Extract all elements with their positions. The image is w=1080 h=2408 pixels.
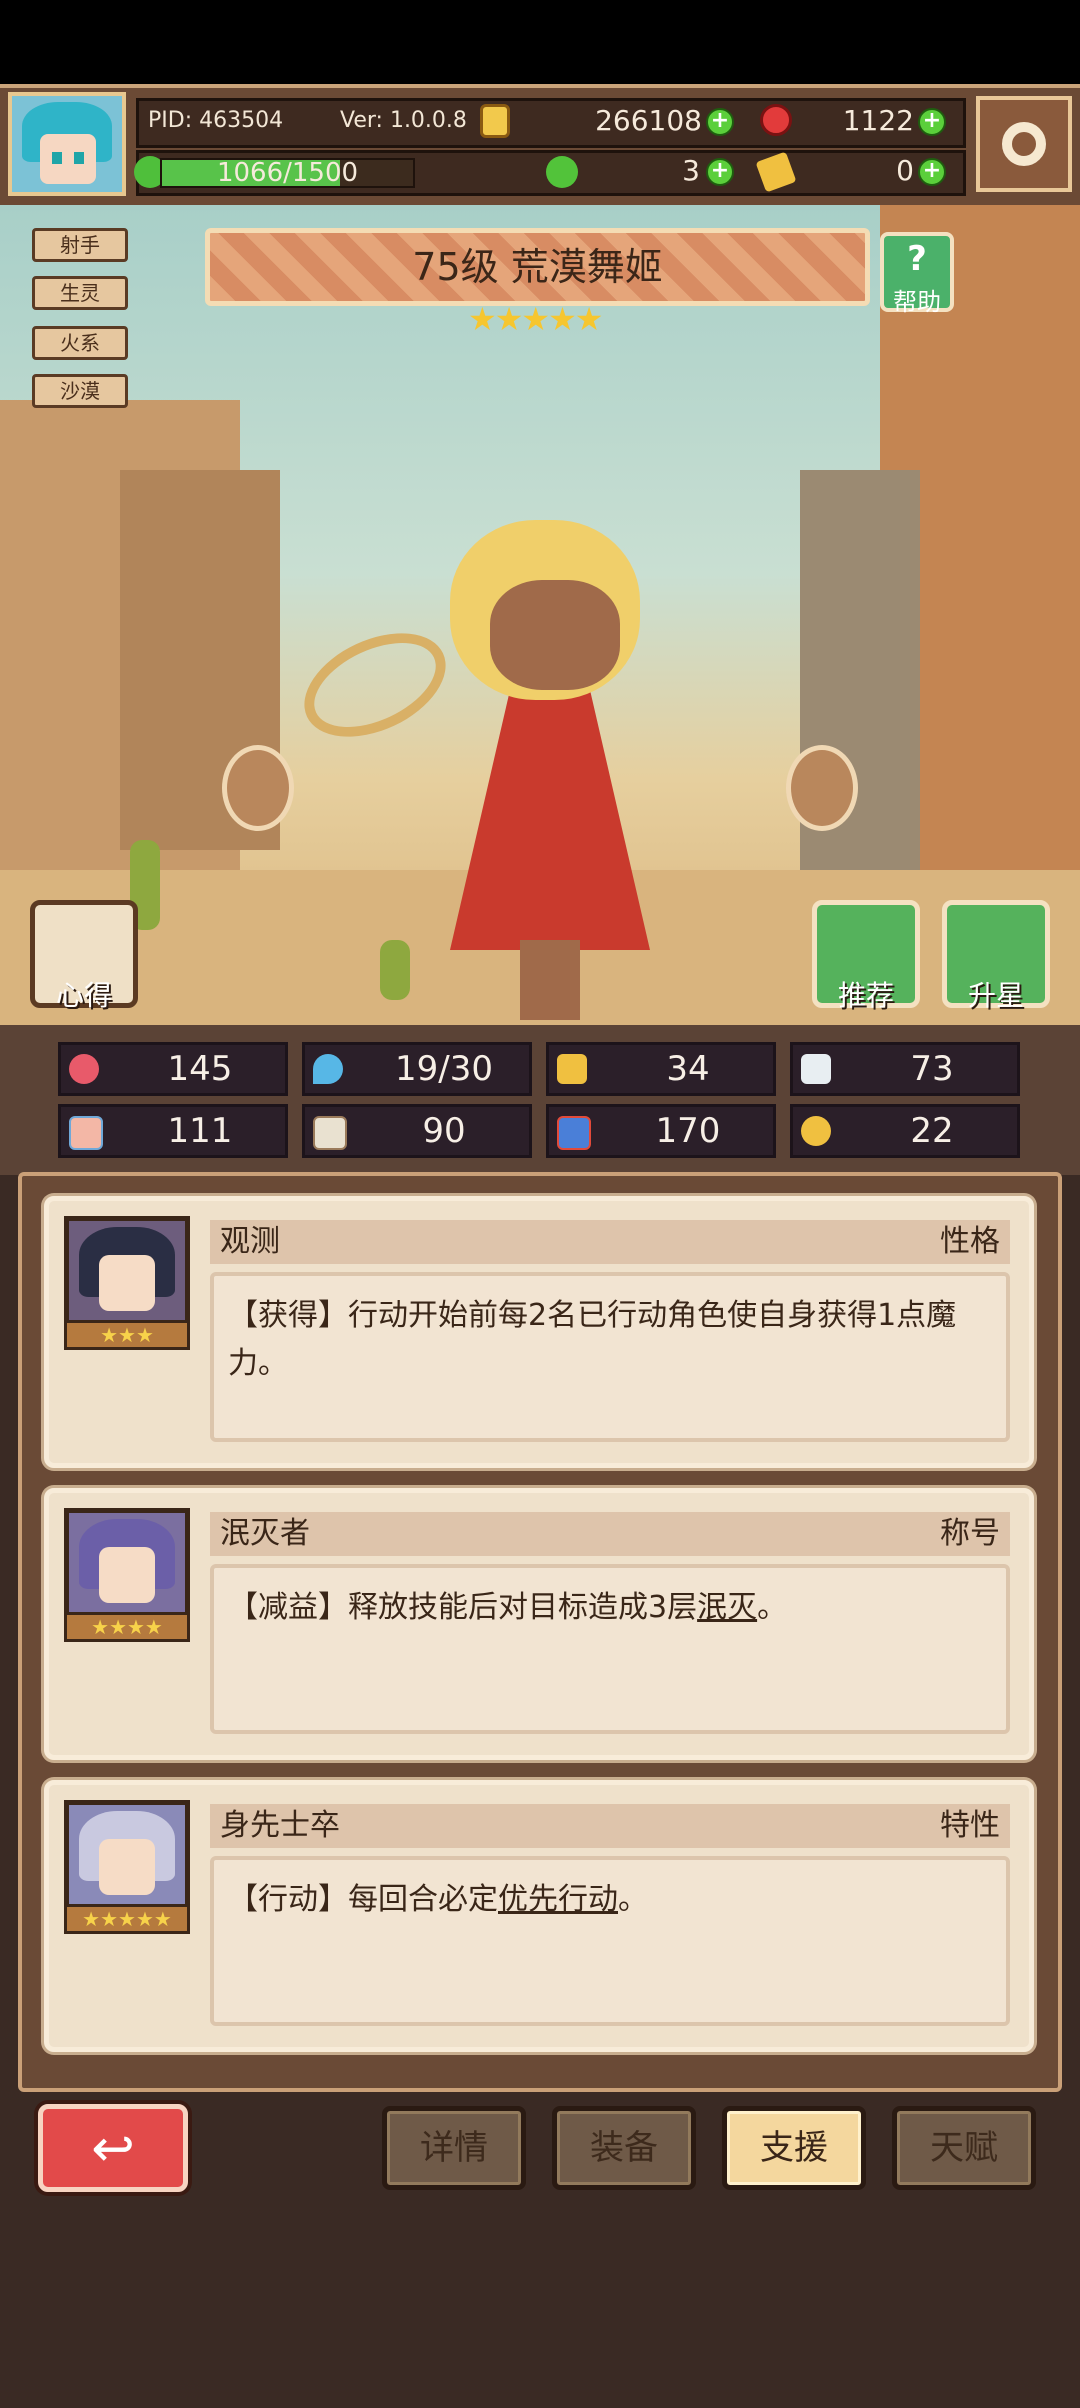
add-hammer-button[interactable]: + (918, 158, 946, 186)
support-description-box: 【行动】每回合必定优先行动。 (210, 1856, 1010, 2026)
desc-text: 【减益】释放技能后对目标造成3层 (228, 1590, 698, 1625)
cactus-decoration (380, 940, 410, 1000)
tag-creature: 生灵 (32, 276, 128, 310)
support-description: 【行动】每回合必定优先行动。 (228, 1876, 998, 1924)
red-gem-icon (760, 104, 792, 136)
tab-details[interactable]: 详情 (382, 2106, 526, 2190)
desc-text: 。 (618, 1882, 648, 1917)
tab-support[interactable]: 支援 (722, 2106, 866, 2190)
support-stars: ★★★★ (64, 1612, 190, 1642)
stat-hp: 145 (58, 1042, 288, 1096)
recommend-label: 推荐 (837, 979, 894, 1012)
support-description-box: 【获得】行动开始前每2名已行动角色使自身获得1点魔力。 (210, 1272, 1010, 1442)
desc-text: 。 (757, 1590, 788, 1625)
support-name: 泯灭者 (220, 1516, 310, 1551)
support-type: 称号 (940, 1516, 1000, 1551)
support-portrait-1[interactable] (64, 1216, 190, 1336)
stat-speed: 73 (790, 1042, 1020, 1096)
support-stars: ★★★★★ (64, 1904, 190, 1934)
tag-archer: 射手 (32, 228, 128, 262)
tab-talent[interactable]: 天赋 (892, 2106, 1036, 2190)
tag-desert: 沙漠 (32, 374, 128, 408)
hammer-amount: 0 (896, 154, 914, 187)
help-label: 帮助 (893, 288, 941, 316)
next-hero-arrow-icon[interactable] (786, 745, 858, 831)
status-bar (0, 0, 1080, 84)
add-gold-button[interactable]: + (706, 108, 734, 136)
support-type: 特性 (940, 1808, 1000, 1843)
support-type: 性格 (940, 1224, 1000, 1259)
hero-title: 75级 荒漠舞姬 (412, 245, 663, 289)
tab-equipment[interactable]: 装备 (552, 2106, 696, 2190)
notes-label: 心得 (55, 979, 112, 1012)
return-arrow-icon: ↩ (91, 2119, 135, 2179)
book-icon (313, 1116, 347, 1150)
stat-defense: 34 (546, 1042, 776, 1096)
pid-label: PID: 463504 (148, 108, 284, 133)
support-name: 观测 (220, 1224, 280, 1259)
horseshoe-icon (801, 1116, 831, 1146)
keyword-link[interactable]: 泯灭 (697, 1590, 757, 1625)
desc-text: 【行动】每回合必定 (228, 1882, 498, 1917)
support-name: 身先士卒 (220, 1808, 340, 1843)
shield-icon (557, 1054, 587, 1084)
clover-amount: 3 (682, 154, 700, 187)
clover-icon (546, 156, 578, 188)
wing-icon (801, 1054, 831, 1084)
stat-magic: 90 (302, 1104, 532, 1158)
gem-amount: 1122 (842, 104, 914, 137)
question-icon: ? (907, 239, 927, 279)
hero-character[interactable] (440, 520, 660, 980)
support-portrait-2[interactable] (64, 1508, 190, 1628)
exp-value: 1066/1500 (216, 158, 359, 188)
support-description: 【获得】行动开始前每2名已行动角色使自身获得1点魔力。 (228, 1298, 957, 1381)
support-stars: ★★★ (64, 1320, 190, 1350)
heart-icon (69, 1054, 99, 1084)
stat-attack: 111 (58, 1104, 288, 1158)
tag-fire: 火系 (32, 326, 128, 360)
prev-hero-arrow-icon[interactable] (222, 745, 294, 831)
crit-icon (557, 1116, 591, 1150)
star-up-label: 升星 (967, 979, 1024, 1012)
version-label: Ver: 1.0.0.8 (340, 108, 467, 133)
stat-lucky: 22 (790, 1104, 1020, 1158)
gold-coin-icon (480, 104, 510, 138)
gold-amount: 266108 (595, 104, 702, 137)
add-gem-button[interactable]: + (918, 108, 946, 136)
support-description-box: 【减益】释放技能后对目标造成3层泯灭。 (210, 1564, 1010, 1734)
gear-icon (1002, 122, 1046, 166)
settings-button[interactable] (976, 96, 1072, 192)
player-avatar[interactable] (8, 92, 126, 196)
keyword-link[interactable]: 优先行动 (498, 1882, 618, 1917)
stat-crit: 170 (546, 1104, 776, 1158)
support-description: 【减益】释放技能后对目标造成3层泯灭。 (228, 1584, 998, 1632)
stat-mana: 19/30 (302, 1042, 532, 1096)
add-clover-button[interactable]: + (706, 158, 734, 186)
back-button[interactable]: ↩ (38, 2104, 188, 2192)
water-drop-icon (313, 1054, 343, 1084)
hero-stars: ★★★★★ (468, 300, 603, 338)
support-portrait-3[interactable] (64, 1800, 190, 1920)
fist-icon (69, 1116, 103, 1150)
